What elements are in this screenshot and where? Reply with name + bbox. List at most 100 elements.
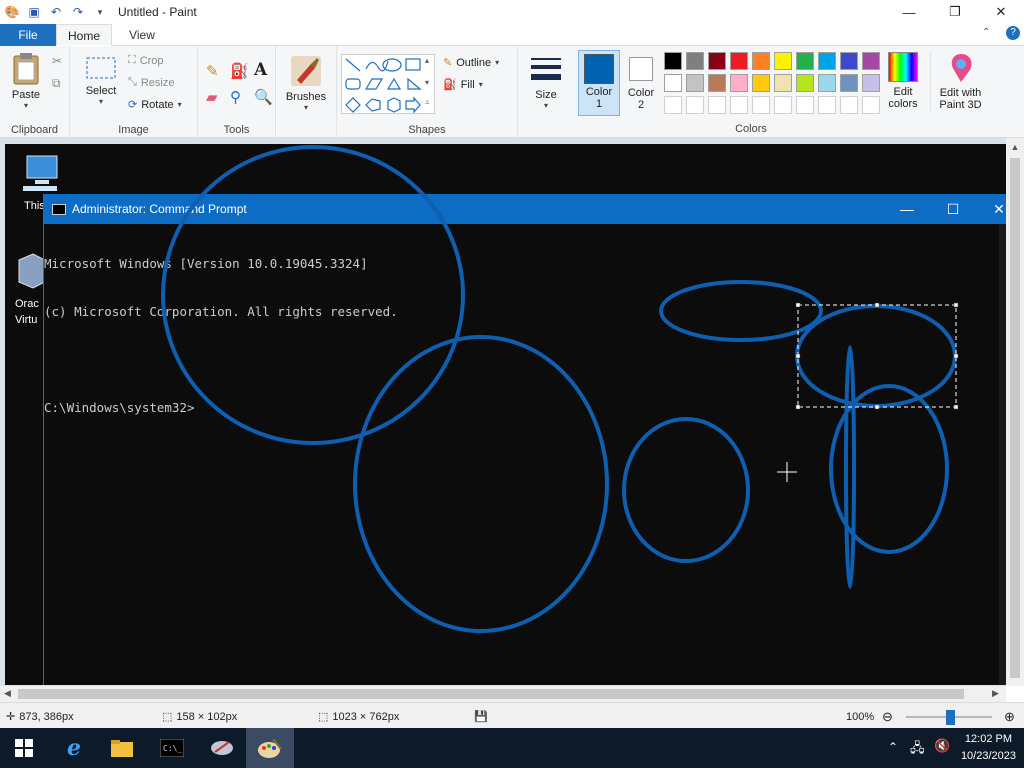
paint3d-icon	[951, 54, 972, 82]
edit-colors-button[interactable]: Edit colors	[884, 52, 922, 110]
color2-button[interactable]: Color 2	[622, 50, 660, 111]
palette-swatch[interactable]	[686, 52, 704, 70]
custom-color-slot[interactable]	[818, 96, 836, 114]
text-tool-icon[interactable]: A	[254, 60, 267, 80]
canvas[interactable]: This Orac Virtu Administrator: Command P…	[5, 144, 1006, 685]
zoom-in-icon[interactable]: ⊕	[1004, 703, 1015, 730]
copy-icon[interactable]: ⧉	[52, 76, 61, 91]
drawn-ellipses	[161, 145, 959, 633]
palette-swatch[interactable]	[730, 74, 748, 92]
custom-color-slot[interactable]	[730, 96, 748, 114]
horizontal-scroll-thumb[interactable]	[18, 689, 964, 699]
resize-button[interactable]: ⤡ Resize	[128, 76, 174, 89]
scroll-left-arrow-icon[interactable]: ◀	[4, 688, 11, 699]
fill-button[interactable]: ⛽ Fill ▾	[443, 78, 483, 92]
size-button[interactable]: Size ▾	[524, 56, 568, 110]
taskbar-ie[interactable]: e	[50, 728, 98, 768]
taskbar-file-explorer[interactable]	[98, 728, 146, 768]
brushes-button[interactable]: Brushes ▾	[280, 54, 332, 112]
palette-swatch[interactable]	[796, 74, 814, 92]
custom-color-slot[interactable]	[664, 96, 682, 114]
palette-swatch[interactable]	[708, 52, 726, 70]
volume-muted-icon[interactable]: 🔇	[934, 738, 950, 754]
network-icon[interactable]: 🖧	[910, 739, 925, 761]
start-button[interactable]	[0, 728, 48, 768]
palette-swatch[interactable]	[708, 74, 726, 92]
palette-swatch[interactable]	[664, 74, 682, 92]
rotate-button[interactable]: ⟳ Rotate ▾	[128, 98, 182, 112]
color-picker-icon[interactable]: ⚲	[230, 88, 241, 106]
save-icon[interactable]: ▣	[26, 4, 42, 20]
customize-qa-icon[interactable]: ▾	[92, 4, 108, 20]
paste-button[interactable]: Paste ▾	[6, 52, 46, 110]
ribbon: Paste ▾ ✂ ⧉ Clipboard Select ▾ ⛶ Crop ⤡ Re…	[0, 46, 1024, 138]
crop-button[interactable]: ⛶ Crop	[128, 54, 164, 67]
drawn-ellipse	[353, 335, 609, 633]
paint3d-button[interactable]: Edit with Paint 3D	[930, 52, 990, 111]
horizontal-scrollbar[interactable]: ◀ ▶	[0, 686, 1006, 702]
taskbar-cmd[interactable]: C:\_	[148, 728, 196, 768]
taskbar-paint[interactable]	[246, 728, 294, 768]
custom-color-slot[interactable]	[862, 96, 880, 114]
palette-swatch[interactable]	[818, 74, 836, 92]
tab-file[interactable]: File	[0, 24, 56, 46]
scroll-right-arrow-icon[interactable]: ▶	[992, 688, 999, 699]
shapes-scroll-up-icon[interactable]: ▴	[425, 56, 429, 65]
palette-swatch[interactable]	[840, 74, 858, 92]
tab-home[interactable]: Home	[56, 24, 112, 46]
select-button[interactable]: Select ▾	[82, 54, 120, 106]
snipping-tool-icon	[211, 741, 233, 755]
shapes-gallery[interactable]	[341, 54, 435, 114]
palette-swatch[interactable]	[818, 52, 836, 70]
palette-swatch[interactable]	[664, 52, 682, 70]
palette-swatch[interactable]	[752, 52, 770, 70]
zoom-slider-thumb[interactable]	[946, 710, 955, 725]
palette-swatch[interactable]	[862, 52, 880, 70]
magnifier-icon[interactable]: 🔍	[254, 88, 273, 106]
custom-color-slot[interactable]	[752, 96, 770, 114]
cursor-position-icon: ✛	[6, 711, 16, 723]
vertical-scrollbar[interactable]: ▲	[1006, 138, 1024, 686]
tab-view[interactable]: View	[114, 24, 170, 46]
size-icon	[531, 58, 561, 80]
custom-color-slot[interactable]	[774, 96, 792, 114]
taskbar-snipping[interactable]	[198, 728, 246, 768]
color1-button[interactable]: Color 1	[578, 50, 620, 116]
pencil-icon[interactable]: ✎	[206, 62, 219, 80]
palette-swatch[interactable]	[752, 74, 770, 92]
palette-swatch[interactable]	[774, 52, 792, 70]
tray-overflow-icon[interactable]: ⌃	[888, 740, 898, 754]
cut-icon[interactable]: ✂	[52, 54, 62, 68]
help-icon[interactable]: ?	[1006, 26, 1020, 40]
palette-swatch[interactable]	[774, 74, 792, 92]
palette-swatch[interactable]	[796, 52, 814, 70]
vertical-scroll-thumb[interactable]	[1010, 158, 1020, 678]
custom-color-slot[interactable]	[686, 96, 704, 114]
drawn-ellipse	[795, 304, 957, 408]
fill-bucket-icon[interactable]: ⛽	[230, 62, 249, 80]
close-button[interactable]: ✕	[978, 0, 1024, 24]
taskbar: e C:\_ ⌃ 🖧 🔇 12:02 PM 10/23/2023	[0, 728, 1024, 768]
custom-color-slot[interactable]	[840, 96, 858, 114]
eraser-icon[interactable]: ▰	[206, 88, 218, 106]
palette-swatch[interactable]	[730, 52, 748, 70]
select-icon	[86, 57, 116, 79]
minimize-button[interactable]: —	[886, 0, 932, 24]
palette-swatch[interactable]	[862, 74, 880, 92]
shapes-expand-icon[interactable]: ⩡	[425, 98, 430, 108]
color1-swatch	[584, 54, 614, 84]
collapse-ribbon-icon[interactable]: ⌃	[982, 27, 990, 38]
palette-swatch[interactable]	[686, 74, 704, 92]
maximize-button[interactable]: ❐	[932, 0, 978, 24]
custom-color-slot[interactable]	[796, 96, 814, 114]
shapes-group-label: Shapes	[408, 124, 446, 136]
outline-button[interactable]: ✎ Outline ▾	[443, 56, 499, 70]
undo-icon[interactable]: ↶	[48, 4, 64, 20]
redo-icon[interactable]: ↷	[70, 4, 86, 20]
zoom-out-icon[interactable]: ⊖	[882, 703, 893, 730]
clock[interactable]: 12:02 PM 10/23/2023	[961, 731, 1016, 765]
shapes-scroll-down-icon[interactable]: ▾	[425, 78, 429, 87]
palette-swatch[interactable]	[840, 52, 858, 70]
scroll-up-arrow-icon[interactable]: ▲	[1006, 142, 1024, 152]
custom-color-slot[interactable]	[708, 96, 726, 114]
